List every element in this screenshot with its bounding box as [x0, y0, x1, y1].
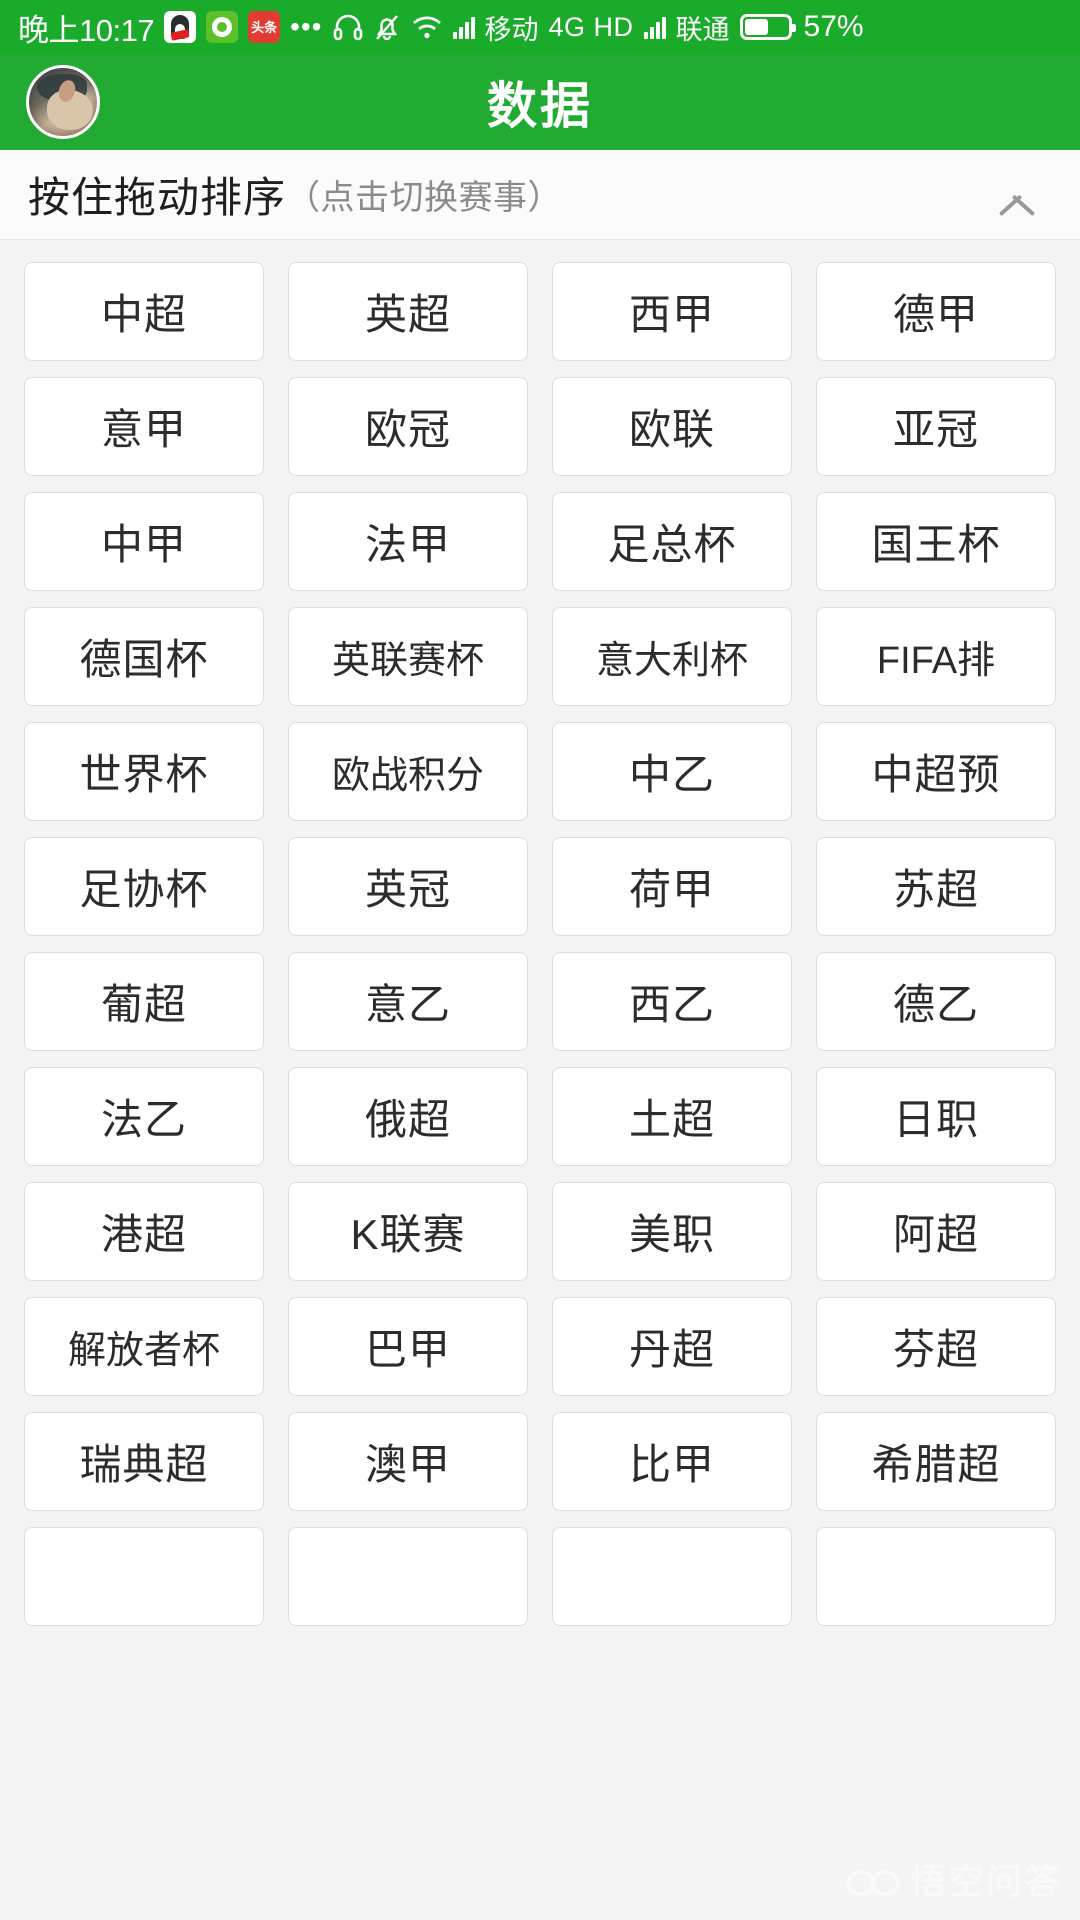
league-card[interactable]: K联赛: [288, 1182, 528, 1281]
league-card[interactable]: 亚冠: [816, 377, 1056, 476]
league-card[interactable]: [552, 1527, 792, 1626]
league-card[interactable]: 意乙: [288, 952, 528, 1051]
league-card[interactable]: 中超: [24, 262, 264, 361]
league-card[interactable]: 欧战积分: [288, 722, 528, 821]
league-card[interactable]: 葡超: [24, 952, 264, 1051]
league-card[interactable]: 欧冠: [288, 377, 528, 476]
overflow-dots-icon: •••: [290, 11, 323, 43]
league-grid-container: 中超 英超 西甲 德甲意甲 欧冠 欧联 亚冠中甲 法甲 足总杯 国王杯德国杯 英联赛杯 意大利杯 FIF…: [0, 240, 1080, 1919]
league-card[interactable]: 土超: [552, 1067, 792, 1166]
league-card[interactable]: 巴甲: [288, 1297, 528, 1396]
league-card[interactable]: [288, 1527, 528, 1626]
league-card[interactable]: 俄超: [288, 1067, 528, 1166]
league-card[interactable]: 英联赛杯: [288, 607, 528, 706]
green-app-icon: [206, 11, 239, 43]
signal-bars-icon-mobile: [452, 15, 475, 39]
league-card[interactable]: 足总杯: [552, 492, 792, 591]
league-card[interactable]: 德乙: [816, 952, 1056, 1051]
league-card[interactable]: 中超预: [816, 722, 1056, 821]
league-card[interactable]: 德甲: [816, 262, 1056, 361]
page-title: 数据: [487, 78, 593, 134]
toutiao-icon: 头条: [248, 11, 281, 43]
league-card[interactable]: 中乙: [552, 722, 792, 821]
status-time: 晚上10:17: [18, 12, 155, 48]
league-card[interactable]: 瑞典超: [24, 1412, 264, 1511]
signal-bars-icon-unicom: [643, 15, 666, 39]
league-card[interactable]: 西乙: [552, 952, 792, 1051]
app-header: 数据: [0, 54, 1080, 150]
sort-bar[interactable]: 按住拖动排序 （点击切换赛事）: [0, 150, 1080, 240]
watermark-text: 悟空问答: [909, 1861, 1062, 1902]
league-card[interactable]: 解放者杯: [24, 1297, 264, 1396]
league-card[interactable]: 法乙: [24, 1067, 264, 1166]
battery-icon: [739, 14, 796, 40]
league-grid: 中超 英超 西甲 德甲意甲 欧冠 欧联 亚冠中甲 法甲 足总杯 国王杯德国杯 英联赛杯 意大利杯 FIF…: [24, 262, 1056, 1626]
league-card[interactable]: 意大利杯: [552, 607, 792, 706]
wukong-logo-icon: [845, 1864, 900, 1896]
sort-bar-sub-label: （点击切换赛事）: [286, 179, 563, 217]
sort-bar-main-label: 按住拖动排序: [28, 174, 287, 221]
league-card[interactable]: 意甲: [24, 377, 264, 476]
league-card[interactable]: 比甲: [552, 1412, 792, 1511]
league-card[interactable]: 欧联: [552, 377, 792, 476]
league-card[interactable]: FIFA排: [816, 607, 1056, 706]
league-card[interactable]: 西甲: [552, 262, 792, 361]
league-card[interactable]: 希腊超: [816, 1412, 1056, 1511]
league-card[interactable]: 世界杯: [24, 722, 264, 821]
league-card[interactable]: 日职: [816, 1067, 1056, 1166]
user-avatar[interactable]: [26, 65, 100, 139]
carrier-label-unicom: 联通: [675, 14, 730, 45]
qq-icon: [164, 11, 197, 43]
status-bar: 晚上10:17 头条 ••• 移动 4G HD 联通 57%: [0, 0, 1080, 54]
league-card[interactable]: 美职: [552, 1182, 792, 1281]
league-card[interactable]: 丹超: [552, 1297, 792, 1396]
league-card[interactable]: 德国杯: [24, 607, 264, 706]
network-type-label: 4G HD: [548, 11, 634, 42]
league-card[interactable]: 港超: [24, 1182, 264, 1281]
league-card[interactable]: 英超: [288, 262, 528, 361]
league-card[interactable]: 苏超: [816, 837, 1056, 936]
league-card[interactable]: 国王杯: [816, 492, 1056, 591]
league-card[interactable]: 荷甲: [552, 837, 792, 936]
headset-icon: [333, 13, 363, 41]
league-card[interactable]: [816, 1527, 1056, 1626]
watermark: 悟空问答: [845, 1853, 1062, 1905]
league-card[interactable]: [24, 1527, 264, 1626]
league-card[interactable]: 足协杯: [24, 837, 264, 936]
league-card[interactable]: 阿超: [816, 1182, 1056, 1281]
league-card[interactable]: 英冠: [288, 837, 528, 936]
battery-percent-label: 57%: [803, 10, 864, 43]
bell-muted-icon: [373, 12, 401, 42]
league-card[interactable]: 澳甲: [288, 1412, 528, 1511]
league-card[interactable]: 法甲: [288, 492, 528, 591]
league-card[interactable]: 中甲: [24, 492, 264, 591]
league-card[interactable]: 芬超: [816, 1297, 1056, 1396]
chevron-up-icon[interactable]: [994, 180, 1040, 210]
wifi-icon: [411, 14, 443, 40]
carrier-label-mobile: 移动: [484, 14, 539, 45]
